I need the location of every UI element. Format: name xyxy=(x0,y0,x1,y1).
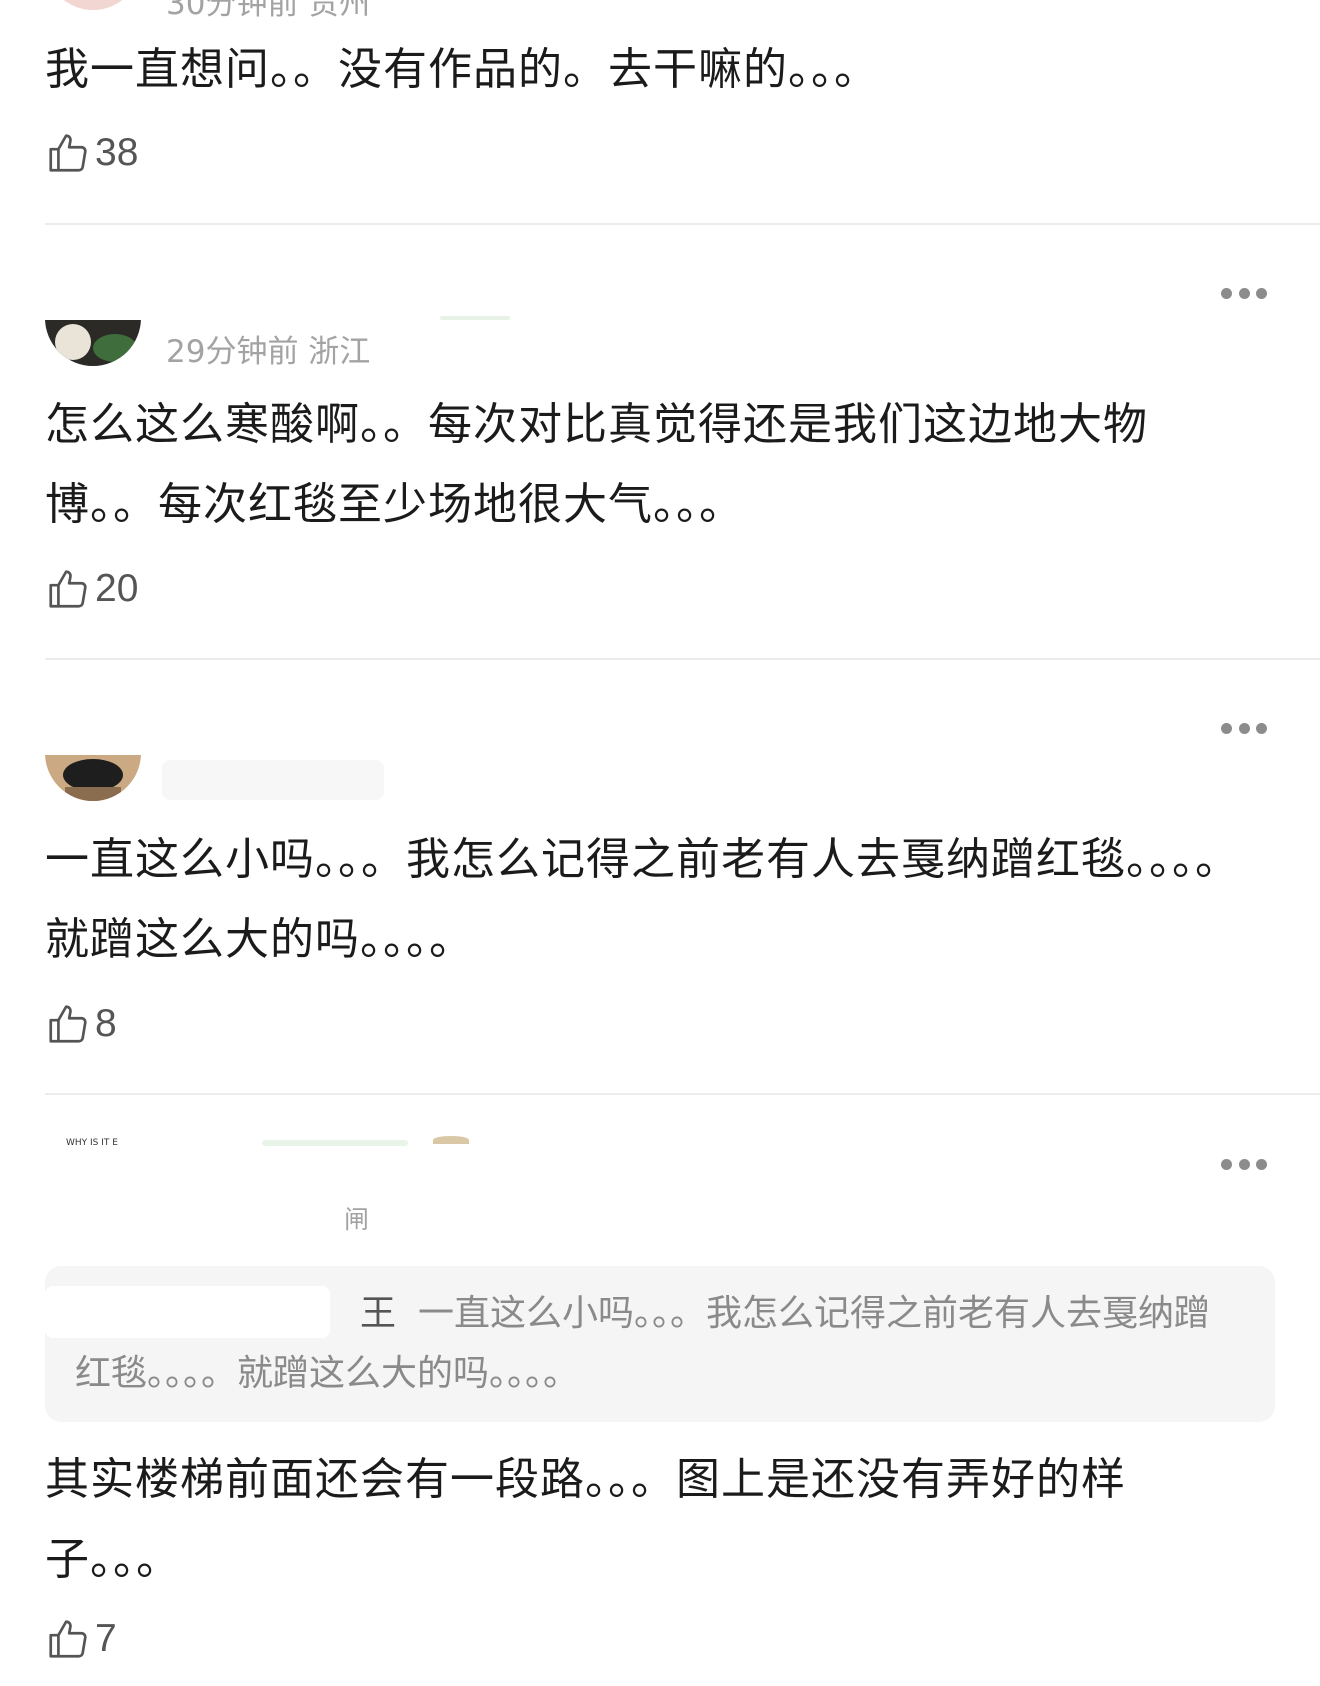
more-dots-icon[interactable] xyxy=(1221,721,1267,735)
like-count: 38 xyxy=(95,131,139,174)
quoted-username-blurred xyxy=(45,1286,330,1338)
like-count: 20 xyxy=(95,567,139,610)
avatar[interactable] xyxy=(45,755,141,801)
like-button[interactable]: 20 xyxy=(45,566,138,612)
like-button[interactable]: 7 xyxy=(45,1616,117,1662)
like-count: 8 xyxy=(95,1002,117,1045)
comment-meta: 29分钟前 浙江 xyxy=(166,334,371,370)
like-button[interactable]: 8 xyxy=(45,1001,117,1047)
thumbs-up-outline-icon xyxy=(49,1005,87,1043)
username-blurred xyxy=(162,760,384,800)
avatar[interactable] xyxy=(45,320,141,366)
comment-text[interactable]: 我一直想问。。没有作品的。去干嘛的。。。 xyxy=(45,30,1245,110)
comment-meta: 30分钟前 贵州 xyxy=(166,0,371,22)
divider xyxy=(45,223,1320,225)
comment-text[interactable]: 怎么这么寒酸啊。。每次对比真觉得还是我们这边地大物博。。每次红毯至少场地很大气。… xyxy=(45,385,1245,545)
thumbs-up-outline-icon xyxy=(49,134,87,172)
username-badge xyxy=(440,316,510,320)
like-count: 7 xyxy=(95,1617,117,1660)
avatar-caption: WHY IS IT E xyxy=(66,1138,118,1148)
more-dots-icon[interactable] xyxy=(1221,286,1267,300)
like-button[interactable]: 38 xyxy=(45,130,138,176)
thumbs-up-outline-icon xyxy=(49,570,87,608)
comment-text[interactable]: 其实楼梯前面还会有一段路。。。图上是还没有弄好的样子。。。 xyxy=(45,1440,1245,1600)
comment-text[interactable]: 一直这么小吗。。。我怎么记得之前老有人去戛纳蹭红毯。。。。就蹭这么大的吗。。。。 xyxy=(45,820,1245,980)
divider xyxy=(45,658,1320,660)
divider xyxy=(45,1093,1320,1095)
thumbs-up-outline-icon xyxy=(49,1620,87,1658)
quoted-reply[interactable]: 王一直这么小吗。。。我怎么记得之前老有人去戛纳蹭红毯。。。。就蹭这么大的吗。。。… xyxy=(45,1266,1275,1422)
badge-partial xyxy=(433,1136,469,1144)
username-blurred xyxy=(262,1140,408,1146)
avatar[interactable] xyxy=(45,0,141,10)
more-dots-icon[interactable] xyxy=(1221,1157,1267,1171)
comment-meta: 闸 xyxy=(344,1205,370,1234)
quoted-username-tail: 王 xyxy=(360,1293,397,1334)
